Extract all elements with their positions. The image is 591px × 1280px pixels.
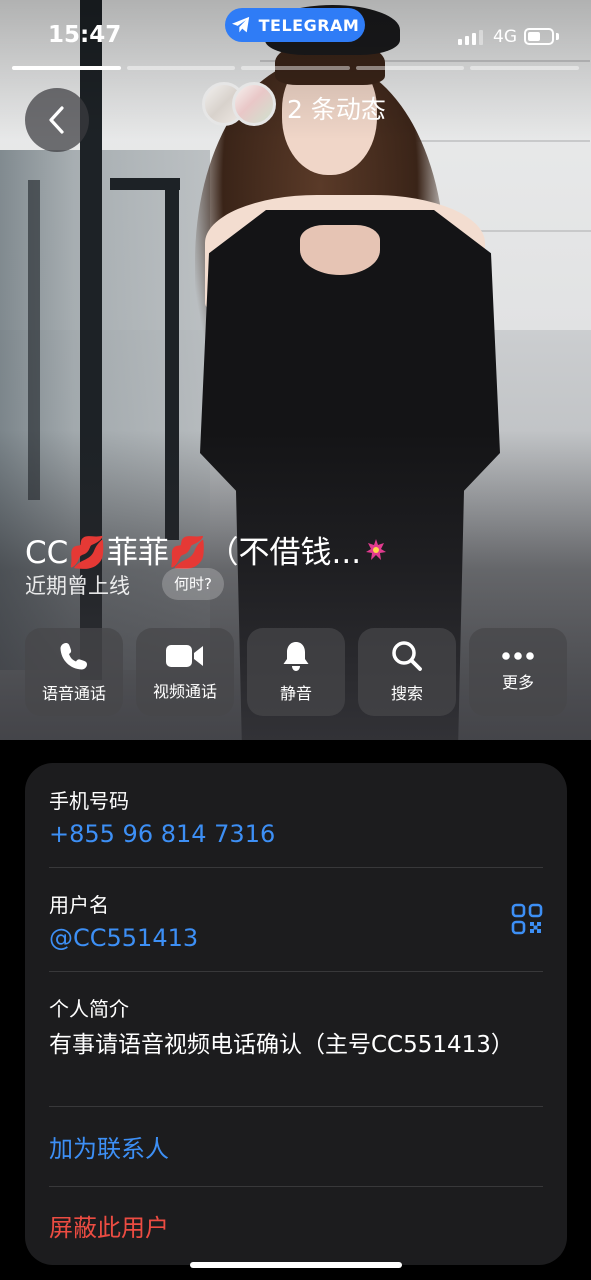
telegram-icon [231,16,249,33]
more-icon [502,652,534,660]
search-icon [392,641,422,671]
when-button[interactable]: 何时? [162,568,224,600]
telegram-pill-label: TELEGRAM [258,15,360,35]
username-value[interactable]: @CC551413 [49,924,543,952]
video-call-label: 视频通话 [152,682,217,701]
story-progress-bar [355,66,465,70]
stories-avatars[interactable] [202,82,276,126]
story-progress-bar [126,66,236,70]
story-progress-bar [241,66,350,70]
qr-code-icon[interactable] [511,903,543,935]
photo-figure [300,225,380,275]
network-type: 4G [493,27,517,47]
divider [49,867,543,868]
home-indicator[interactable] [190,1262,402,1268]
back-button[interactable] [25,88,89,152]
battery-tip [556,33,559,40]
story-avatar[interactable] [232,82,276,126]
premium-badge-icon [366,538,387,560]
add-contact-button[interactable]: 加为联系人 [49,1129,543,1164]
story-progress-bar [470,66,579,70]
phone-row[interactable]: 手机号码 +855 96 814 7316 [49,785,543,848]
battery-icon [524,28,554,45]
username-row[interactable]: 用户名 @CC551413 [49,889,543,952]
phone-icon [60,643,87,670]
bio-value: 有事请语音视频电话确认（主号CC551413） [49,1032,514,1058]
search-button[interactable]: 搜索 [358,628,456,716]
divider [49,1186,543,1187]
profile-name-text: CC💋菲菲💋（不借钱... [25,535,362,571]
info-card: 手机号码 +855 96 814 7316 用户名 @CC551413 个人简介… [25,763,567,1265]
voice-call-label: 语音通话 [41,684,106,703]
bell-icon [283,642,309,671]
last-seen-status: 近期曾上线 [25,574,130,598]
action-bar: 语音通话 视频通话 静音 搜索 更多 [25,628,567,716]
search-label: 搜索 [390,684,423,703]
status-time: 15:47 [48,22,122,48]
bio-label: 个人简介 [49,997,129,1021]
story-progress-bar [12,66,121,70]
mute-label: 静音 [279,684,312,703]
photo-frame [110,178,180,190]
chevron-left-icon [49,106,64,134]
video-call-button[interactable]: 视频通话 [136,628,234,716]
divider [49,971,543,972]
username-label: 用户名 [49,893,109,917]
more-label: 更多 [501,673,534,692]
block-user-button[interactable]: 屏蔽此用户 [49,1208,543,1243]
voice-call-button[interactable]: 语音通话 [25,628,123,716]
add-contact-row[interactable]: 加为联系人 [49,1129,543,1164]
block-user-row[interactable]: 屏蔽此用户 [49,1208,543,1243]
phone-label: 手机号码 [49,789,129,813]
bio-row: 个人简介 有事请语音视频电话确认（主号CC551413） [49,993,543,1061]
more-button[interactable]: 更多 [469,628,567,716]
video-camera-icon [166,645,203,667]
divider [49,1106,543,1107]
stories-count[interactable]: 2 条动态 [287,90,386,126]
telegram-pill[interactable]: TELEGRAM [225,8,365,42]
mute-button[interactable]: 静音 [247,628,345,716]
phone-value[interactable]: +855 96 814 7316 [49,820,543,848]
signal-icon [458,30,483,45]
profile-name: CC💋菲菲💋（不借钱... [25,527,387,572]
story-progress [12,66,579,70]
